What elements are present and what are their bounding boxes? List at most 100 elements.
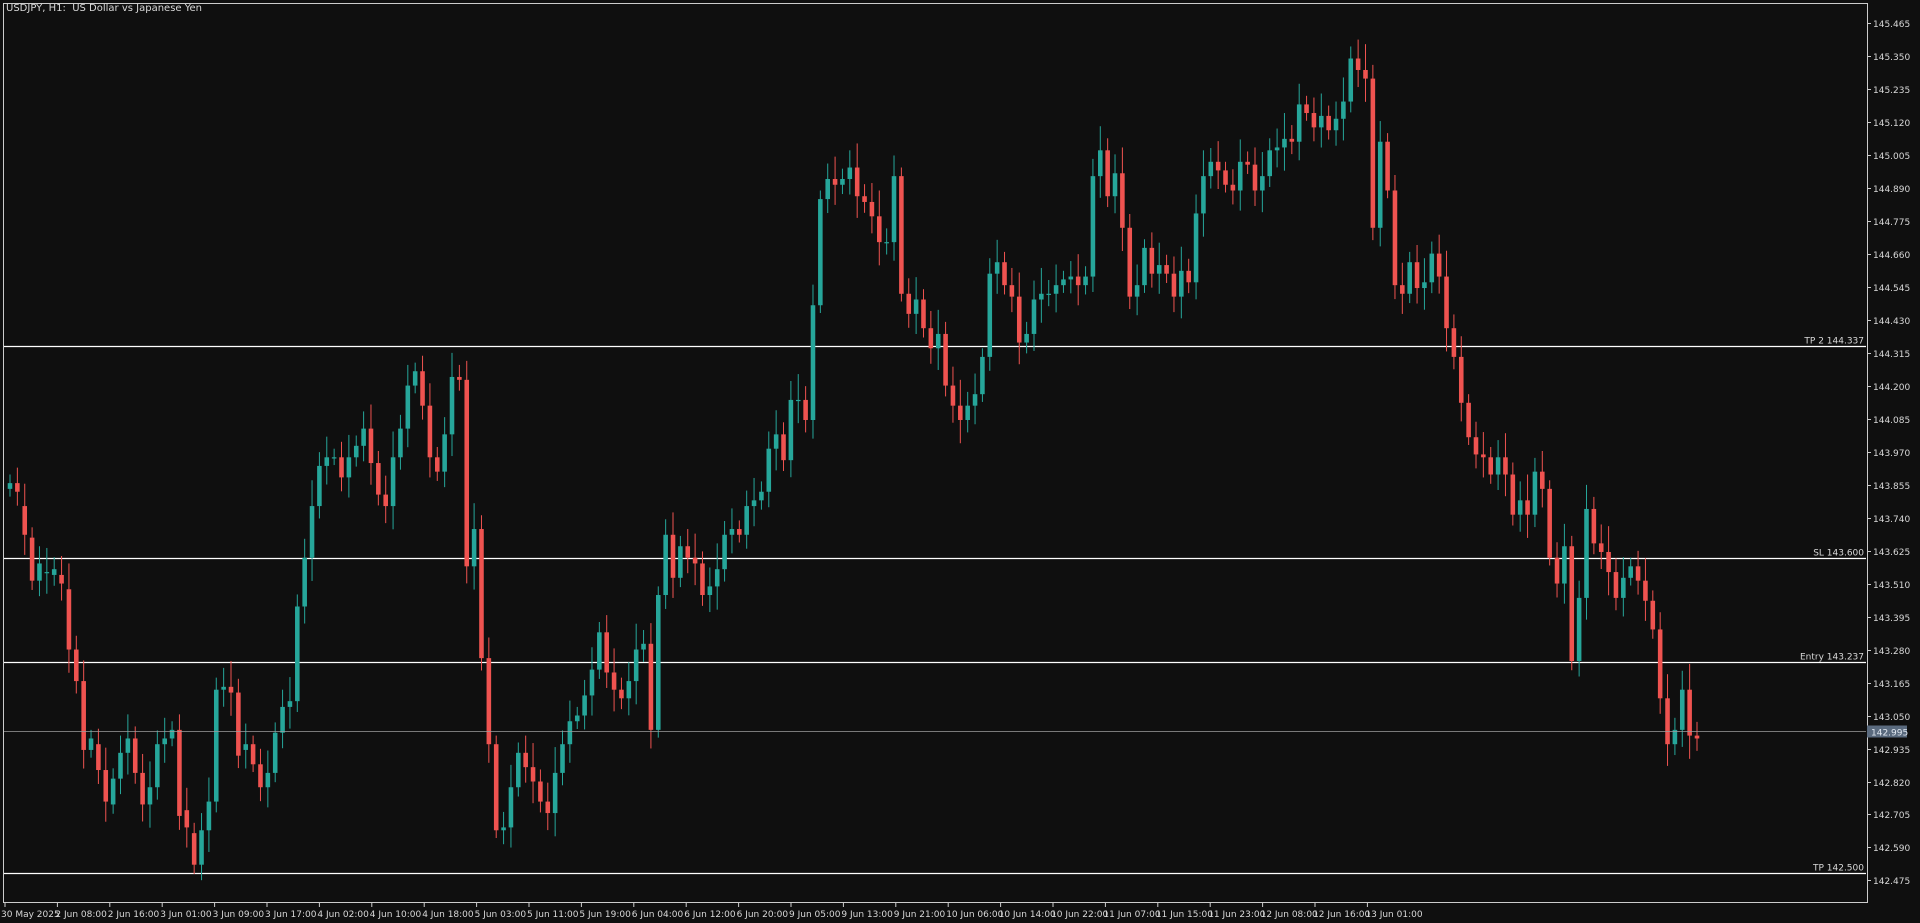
candle-body: [1083, 276, 1088, 286]
candle-body: [44, 572, 50, 574]
x-tick-label: 6 Jun 12:00: [684, 910, 736, 920]
y-tick-label: 144.085: [1873, 416, 1910, 426]
candle-body: [1149, 247, 1155, 274]
candle-body: [877, 216, 882, 243]
candle-body: [412, 371, 418, 386]
candle-body: [280, 706, 285, 733]
candle-body: [965, 405, 970, 421]
candle-body: [1134, 285, 1140, 297]
candle-body: [22, 506, 28, 535]
candle-body: [7, 483, 13, 489]
candle-body: [1215, 161, 1221, 171]
candle-body: [1466, 402, 1471, 438]
candle-body: [678, 546, 683, 578]
candle-body: [287, 701, 293, 707]
candle-body: [1274, 147, 1280, 151]
candle-body: [1569, 546, 1575, 662]
candle-body: [1002, 262, 1007, 286]
candle-body: [1694, 735, 1700, 739]
x-tick-label: 5 Jun 03:00: [475, 910, 527, 920]
candle-body: [1311, 113, 1317, 128]
candle-body: [88, 738, 94, 750]
candle-body: [191, 833, 197, 865]
candle-body: [700, 563, 705, 596]
candle-body: [560, 744, 565, 773]
y-tick-label: 143.280: [1873, 647, 1910, 657]
candle-body: [1407, 262, 1412, 294]
candle-body: [1260, 176, 1265, 191]
candle-body: [648, 643, 654, 730]
y-tick-label: 145.350: [1873, 53, 1910, 63]
y-tick-label: 144.315: [1873, 350, 1910, 360]
chart-background: [0, 0, 1920, 923]
candle-body: [37, 563, 42, 581]
candle-body: [958, 405, 963, 421]
candle-body: [1687, 689, 1692, 736]
candle-body: [1665, 698, 1670, 745]
candle-body: [663, 534, 668, 596]
y-tick-label: 142.590: [1873, 844, 1910, 854]
candle-body: [155, 744, 160, 788]
candle-body: [840, 179, 845, 185]
candle-body: [457, 376, 462, 380]
candle-body: [906, 293, 912, 314]
x-tick-label: 9 Jun 13:00: [841, 910, 893, 920]
candle-body: [81, 681, 86, 750]
candle-body: [825, 179, 830, 200]
x-tick-label: 2 Jun 08:00: [55, 910, 107, 920]
price-chart[interactable]: TP 2 144.337 SL 143.600 Entry 143.237 TP 14…: [0, 0, 1920, 923]
candle-body: [471, 529, 477, 567]
candle-body: [59, 574, 64, 584]
y-tick-label: 142.705: [1873, 811, 1910, 821]
candle-body: [295, 606, 300, 702]
candle-body: [633, 649, 639, 682]
y-tick-label: 144.775: [1873, 218, 1910, 228]
x-tick-label: 3 Jun 17:00: [265, 910, 317, 920]
candle-body: [1672, 729, 1678, 745]
candle-body: [1142, 247, 1147, 286]
candle-body: [788, 399, 794, 461]
candle-body: [670, 534, 676, 578]
candle-body: [1503, 457, 1508, 475]
candle-body: [935, 333, 941, 349]
candle-body: [1201, 176, 1206, 214]
candle-body: [1392, 190, 1398, 286]
candle-body: [206, 801, 212, 831]
candle-body: [324, 457, 330, 466]
candle-body: [832, 179, 838, 185]
candle-body: [1267, 150, 1273, 177]
candle-body: [1429, 253, 1435, 283]
y-tick-label: 144.200: [1873, 383, 1910, 393]
candle-body: [302, 557, 307, 607]
candle-body: [1540, 471, 1545, 489]
candle-body: [1016, 296, 1022, 343]
candle-body: [368, 428, 374, 464]
candle-body: [213, 689, 219, 802]
x-tick-label: 10 Jun 06:00: [946, 910, 1003, 920]
candle-body: [1657, 629, 1663, 699]
candle-body: [449, 376, 455, 435]
x-tick-label: 13 Jun 01:00: [1365, 910, 1422, 920]
x-tick-label: 11 Jun 07:00: [1103, 910, 1160, 920]
candle-body: [1296, 104, 1302, 142]
level-label: SL 143.600: [1813, 549, 1864, 559]
candle-body: [1009, 285, 1015, 297]
candle-body: [1488, 457, 1494, 475]
candle-body: [818, 199, 823, 306]
candle-body: [803, 399, 808, 421]
candle-body: [221, 686, 226, 690]
candle-body: [869, 201, 875, 217]
candle-body: [1451, 328, 1457, 357]
candle-body: [479, 529, 484, 659]
candle-body: [766, 448, 772, 492]
candle-body: [545, 801, 551, 814]
candle-body: [685, 546, 691, 558]
candle-body: [1495, 457, 1501, 475]
candle-body: [773, 434, 779, 449]
candle-body: [737, 529, 742, 535]
x-tick-label: 3 Jun 01:00: [160, 910, 212, 920]
x-tick-label: 12 Jun 08:00: [1261, 910, 1318, 920]
y-tick-label: 143.050: [1873, 713, 1910, 723]
candle-body: [552, 772, 558, 814]
candle-body: [1319, 115, 1324, 128]
